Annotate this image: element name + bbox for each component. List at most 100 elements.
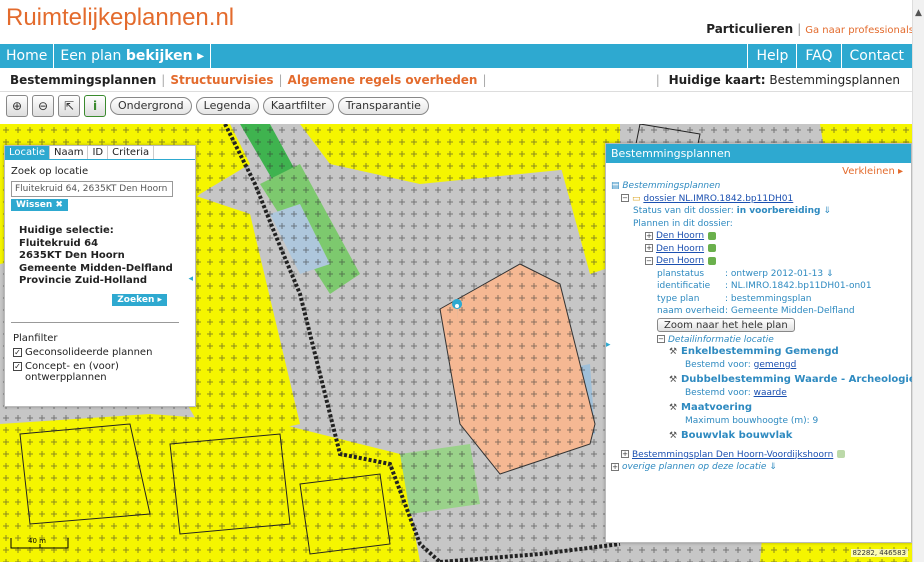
kaartfilter-button[interactable]: Kaartfilter	[262, 97, 334, 115]
collapse-icon[interactable]: −	[621, 194, 629, 202]
detail-item-title: Maatvoering	[681, 402, 753, 413]
collapse-left-icon[interactable]: ◂	[188, 274, 193, 284]
expand-icon[interactable]: +	[611, 462, 619, 471]
nav-help[interactable]: Help	[747, 44, 796, 68]
filter-label: Geconsolideerde plannen	[25, 347, 153, 358]
tab-naam[interactable]: Naam	[50, 146, 89, 159]
selection-line: Provincie Zuid-Holland	[19, 275, 148, 286]
selection-line: Fluitekruid 64	[19, 237, 99, 249]
detail-item-title: Dubbelbestemming Waarde - Archeologie - …	[681, 374, 924, 385]
detail-item[interactable]: ⚒ Enkelbestemming Gemengd	[611, 346, 907, 359]
current-map-label: Huidige kaart:	[668, 73, 766, 87]
shrink-button[interactable]: Verkleinen ▸	[842, 166, 903, 177]
tab-bestemmingsplannen[interactable]: Bestemmingsplannen	[10, 73, 156, 87]
detail-title: Detailinformatie locatie	[668, 334, 774, 345]
detail-node[interactable]: − Detailinformatie locatie	[611, 334, 907, 347]
plan-item[interactable]: + Den Hoorn	[611, 230, 907, 243]
clear-button[interactable]: Wissen ✖	[11, 199, 68, 211]
map-toolbar: ⊕ ⊖ ⇱ i Ondergrond Legenda Kaartfilter T…	[6, 94, 429, 118]
search-panel: Locatie Naam ID Criteria Zoek op locatie…	[4, 145, 196, 407]
search-button[interactable]: Zoeken ▸	[112, 294, 167, 306]
other-plans-location[interactable]: + overige plannen op deze locatie ⇓	[611, 461, 907, 474]
checkbox-checked-icon[interactable]: ✓	[13, 362, 22, 371]
full-extent-icon[interactable]: ⇱	[58, 95, 80, 117]
nav-faq[interactable]: FAQ	[796, 44, 840, 68]
tab-structuurvisies[interactable]: Structuurvisies	[170, 73, 273, 87]
scroll-up-icon[interactable]: ▲	[915, 8, 922, 18]
zoom-row: Zoom naar het hele plan	[611, 317, 907, 334]
sub-link[interactable]: waarde	[754, 388, 787, 398]
filter-label: Concept- en (voor) ontwerpplannen	[25, 361, 119, 383]
tree-root-label: Bestemmingsplannen	[622, 181, 721, 191]
transparantie-button[interactable]: Transparantie	[337, 97, 429, 115]
plan-item[interactable]: − Den Hoorn	[611, 255, 907, 268]
nav-plan-prefix: Een plan	[60, 48, 122, 64]
scale-bar: 40 m	[10, 536, 70, 552]
app-window: Ruimtelijkeplannen.nl Particulieren | Ga n…	[0, 0, 924, 562]
nav-plan-bekijken[interactable]: Een plan bekijken ▸	[54, 44, 212, 68]
zoom-plan-button[interactable]: Zoom naar het hele plan	[657, 317, 795, 332]
tab-criteria[interactable]: Criteria	[108, 146, 155, 159]
detail-item[interactable]: ⚒ Maatvoering	[611, 402, 907, 415]
other-plan[interactable]: + Bestemmingsplan Den Hoorn-Voordijkshoor…	[611, 449, 907, 462]
dossier-link[interactable]: dossier NL.IMRO.1842.bp11DH01	[643, 194, 793, 204]
plans-panel-title: Bestemmingsplannen	[606, 144, 911, 163]
info-icon[interactable]: i	[84, 95, 106, 117]
lock-icon	[837, 450, 846, 458]
info-down-icon[interactable]: ⇓	[823, 206, 831, 216]
detail-item-sub: Bestemd voor: gemengd	[611, 359, 907, 372]
plan-item[interactable]: + Den Hoorn	[611, 243, 907, 256]
sub-link[interactable]: gemengd	[754, 360, 797, 370]
other-plan-link[interactable]: Bestemmingsplan Den Hoorn-Voordijkshoorn	[632, 450, 833, 460]
tree-root[interactable]: ▤ Bestemmingsplannen	[611, 180, 907, 193]
filter-geconsolideerd[interactable]: ✓ Geconsolideerde plannen	[13, 347, 152, 358]
tab-algemene-regels[interactable]: Algemene regels overheden	[288, 73, 478, 87]
dossier-status: Status van dit dossier: in voorbereiding…	[611, 205, 907, 218]
plan-link[interactable]: Den Hoorn	[656, 256, 704, 266]
sub-label: Bestemd voor:	[685, 359, 751, 370]
zoom-in-icon[interactable]: ⊕	[6, 95, 28, 117]
collapse-icon[interactable]: −	[645, 256, 653, 265]
status-label: Status van dit dossier:	[633, 206, 734, 216]
detail-item[interactable]: ⚒ Dubbelbestemming Waarde - Archeologie -…	[611, 374, 924, 387]
nav-home[interactable]: Home	[0, 44, 55, 68]
plan-link[interactable]: Den Hoorn	[656, 244, 704, 254]
scale-label: 40 m	[28, 537, 46, 545]
plans-label: Plannen in dit dossier:	[633, 218, 733, 229]
info-down-icon[interactable]: ⇓	[769, 462, 777, 472]
ondergrond-button[interactable]: Ondergrond	[110, 97, 192, 115]
tab-locatie[interactable]: Locatie	[5, 146, 50, 159]
current-map-value: Bestemmingsplannen	[769, 73, 900, 87]
plan-link[interactable]: Den Hoorn	[656, 231, 704, 241]
page-scrollbar[interactable]: ▲	[912, 0, 924, 562]
location-search-input[interactable]	[11, 181, 173, 197]
tab-id[interactable]: ID	[88, 146, 109, 159]
professionals-link[interactable]: Ga naar professionals	[805, 25, 914, 36]
detail-item-title: Bouwvlak bouwvlak	[681, 430, 793, 441]
status-value: in voorbereiding	[736, 206, 821, 216]
hammer-icon: ⚒	[669, 347, 678, 357]
detail-value: : ontwerp 2012-01-13	[725, 268, 824, 279]
expand-icon[interactable]: +	[621, 450, 629, 458]
plan-detail: naam overheid: Gemeente Midden-Delfland	[611, 305, 907, 318]
filter-concept[interactable]: ✓ Concept- en (voor) ontwerpplannen	[13, 361, 152, 383]
info-down-icon[interactable]: ⇓	[826, 269, 834, 279]
dossier-node[interactable]: − ▭ dossier NL.IMRO.1842.bp11DH01	[611, 193, 907, 206]
zoom-out-icon[interactable]: ⊖	[32, 95, 54, 117]
detail-key: identificatie	[657, 281, 711, 291]
detail-value: : NL.IMRO.1842.bp11DH01-on01	[725, 281, 872, 291]
detail-item-title: Enkelbestemming Gemengd	[681, 346, 839, 357]
checkbox-checked-icon[interactable]: ✓	[13, 348, 22, 357]
collapse-icon[interactable]: −	[657, 335, 665, 343]
detail-item[interactable]: ⚒ Bouwvlak bouwvlak	[611, 430, 907, 443]
expand-icon[interactable]: +	[645, 231, 653, 240]
nav-contact[interactable]: Contact	[840, 44, 912, 68]
detail-key: naam overheid	[657, 306, 725, 316]
particulieren-label: Particulieren	[706, 22, 794, 36]
legenda-button[interactable]: Legenda	[195, 97, 259, 115]
hammer-icon: ⚒	[669, 431, 678, 441]
expand-icon[interactable]: +	[645, 244, 653, 252]
site-logo[interactable]: Ruimtelijkeplannen.nl	[6, 4, 234, 32]
plan-detail: type plan: bestemmingsplan	[611, 293, 907, 306]
collapse-right-icon[interactable]: ▸	[606, 340, 611, 350]
